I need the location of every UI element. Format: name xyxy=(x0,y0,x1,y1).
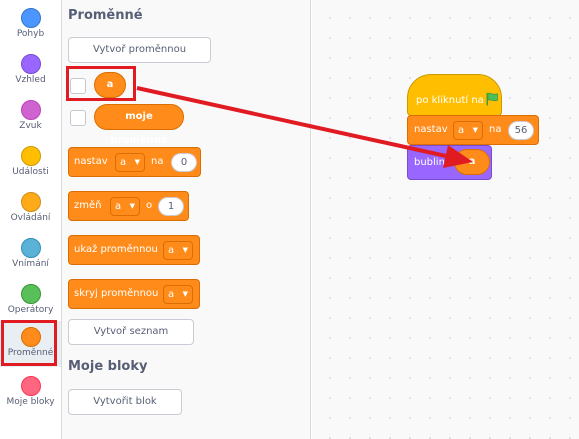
change-variable-block[interactable]: změň a ▼ o 1 xyxy=(68,191,189,221)
block-text: skryj proměnnou xyxy=(74,288,159,299)
category-sidebar: Pohyb Vzhled Zvuk Události Ovládání Vním… xyxy=(0,0,62,439)
dropdown-value: a xyxy=(168,289,175,300)
sensing-dot-icon xyxy=(21,238,41,258)
value-input[interactable]: 0 xyxy=(171,153,197,172)
set-variable-script-block[interactable]: nastav a ▼ na 56 xyxy=(407,115,539,145)
caret-down-icon: ▼ xyxy=(472,126,478,134)
category-label: Pohyb xyxy=(16,29,45,39)
category-label: Události xyxy=(12,167,49,177)
when-flag-clicked-block[interactable]: po kliknutí na xyxy=(407,74,502,116)
green-flag-icon xyxy=(486,92,498,106)
category-sound[interactable]: Zvuk xyxy=(0,94,61,140)
control-dot-icon xyxy=(21,192,41,212)
value-input[interactable]: 1 xyxy=(158,197,184,216)
make-list-button[interactable]: Vytvoř seznam xyxy=(68,319,194,345)
dropdown-value: a xyxy=(458,125,465,136)
dropdown-value: a xyxy=(168,245,175,256)
category-looks[interactable]: Vzhled xyxy=(0,48,61,94)
variable-dropdown[interactable]: a ▼ xyxy=(163,285,193,304)
myblocks-dot-icon xyxy=(21,376,41,396)
variable-moje-checkbox[interactable] xyxy=(70,110,86,126)
block-text: ukaž proměnnou xyxy=(74,244,158,255)
operators-dot-icon xyxy=(21,284,41,304)
set-variable-block[interactable]: nastav a ▼ na 0 xyxy=(68,147,201,177)
make-variable-button[interactable]: Vytvoř proměnnou xyxy=(68,37,211,63)
category-label: Ovládání xyxy=(10,213,51,223)
category-label: Moje bloky xyxy=(6,397,55,407)
block-text: na xyxy=(489,124,502,135)
category-label: Vzhled xyxy=(15,75,46,85)
category-motion[interactable]: Pohyb xyxy=(0,2,61,48)
category-control[interactable]: Ovládání xyxy=(0,186,61,232)
caret-down-icon: ▼ xyxy=(129,202,135,210)
block-text: o xyxy=(146,200,153,211)
dropdown-value: a xyxy=(115,201,122,212)
category-label: Vnímání xyxy=(12,259,49,269)
events-dot-icon xyxy=(21,146,41,166)
variable-dropdown[interactable]: a ▼ xyxy=(453,121,483,140)
category-label: Operátory xyxy=(7,305,54,315)
block-text: nastav xyxy=(74,156,108,167)
category-events[interactable]: Události xyxy=(0,140,61,186)
make-block-button[interactable]: Vytvořit blok xyxy=(68,389,182,415)
dropdown-value: a xyxy=(120,157,127,168)
show-variable-block[interactable]: ukaž proměnnou a ▼ xyxy=(68,235,200,265)
category-sensing[interactable]: Vnímání xyxy=(0,232,61,278)
caret-down-icon: ▼ xyxy=(182,290,188,298)
sound-dot-icon xyxy=(21,100,41,120)
block-text: na xyxy=(151,156,164,167)
hide-variable-block[interactable]: skryj proměnnou a ▼ xyxy=(68,279,200,309)
variable-a-highlight xyxy=(66,66,136,101)
script-area[interactable] xyxy=(312,0,579,439)
category-label: Zvuk xyxy=(19,121,42,131)
caret-down-icon: ▼ xyxy=(134,158,140,166)
variable-moje-reporter[interactable]: moje proměnná xyxy=(94,104,184,146)
variable-a-in-say-reporter[interactable]: a xyxy=(454,149,490,175)
motion-dot-icon xyxy=(21,8,41,28)
variable-dropdown[interactable]: a ▼ xyxy=(110,197,140,216)
looks-dot-icon xyxy=(21,54,41,74)
block-text: změň xyxy=(74,200,102,211)
category-operators[interactable]: Operátory xyxy=(0,278,61,324)
variable-dropdown[interactable]: a ▼ xyxy=(115,153,145,172)
section-title-variables: Proměnné xyxy=(68,8,143,23)
block-text: po kliknutí na xyxy=(416,95,484,106)
block-text: bublina xyxy=(414,157,452,168)
caret-down-icon: ▼ xyxy=(182,246,188,254)
category-highlight xyxy=(1,320,57,366)
section-title-myblocks: Moje bloky xyxy=(68,359,148,374)
block-text: nastav xyxy=(414,124,448,135)
variable-dropdown[interactable]: a ▼ xyxy=(163,241,193,260)
category-myblocks[interactable]: Moje bloky xyxy=(0,370,61,416)
value-input[interactable]: 56 xyxy=(508,121,534,140)
